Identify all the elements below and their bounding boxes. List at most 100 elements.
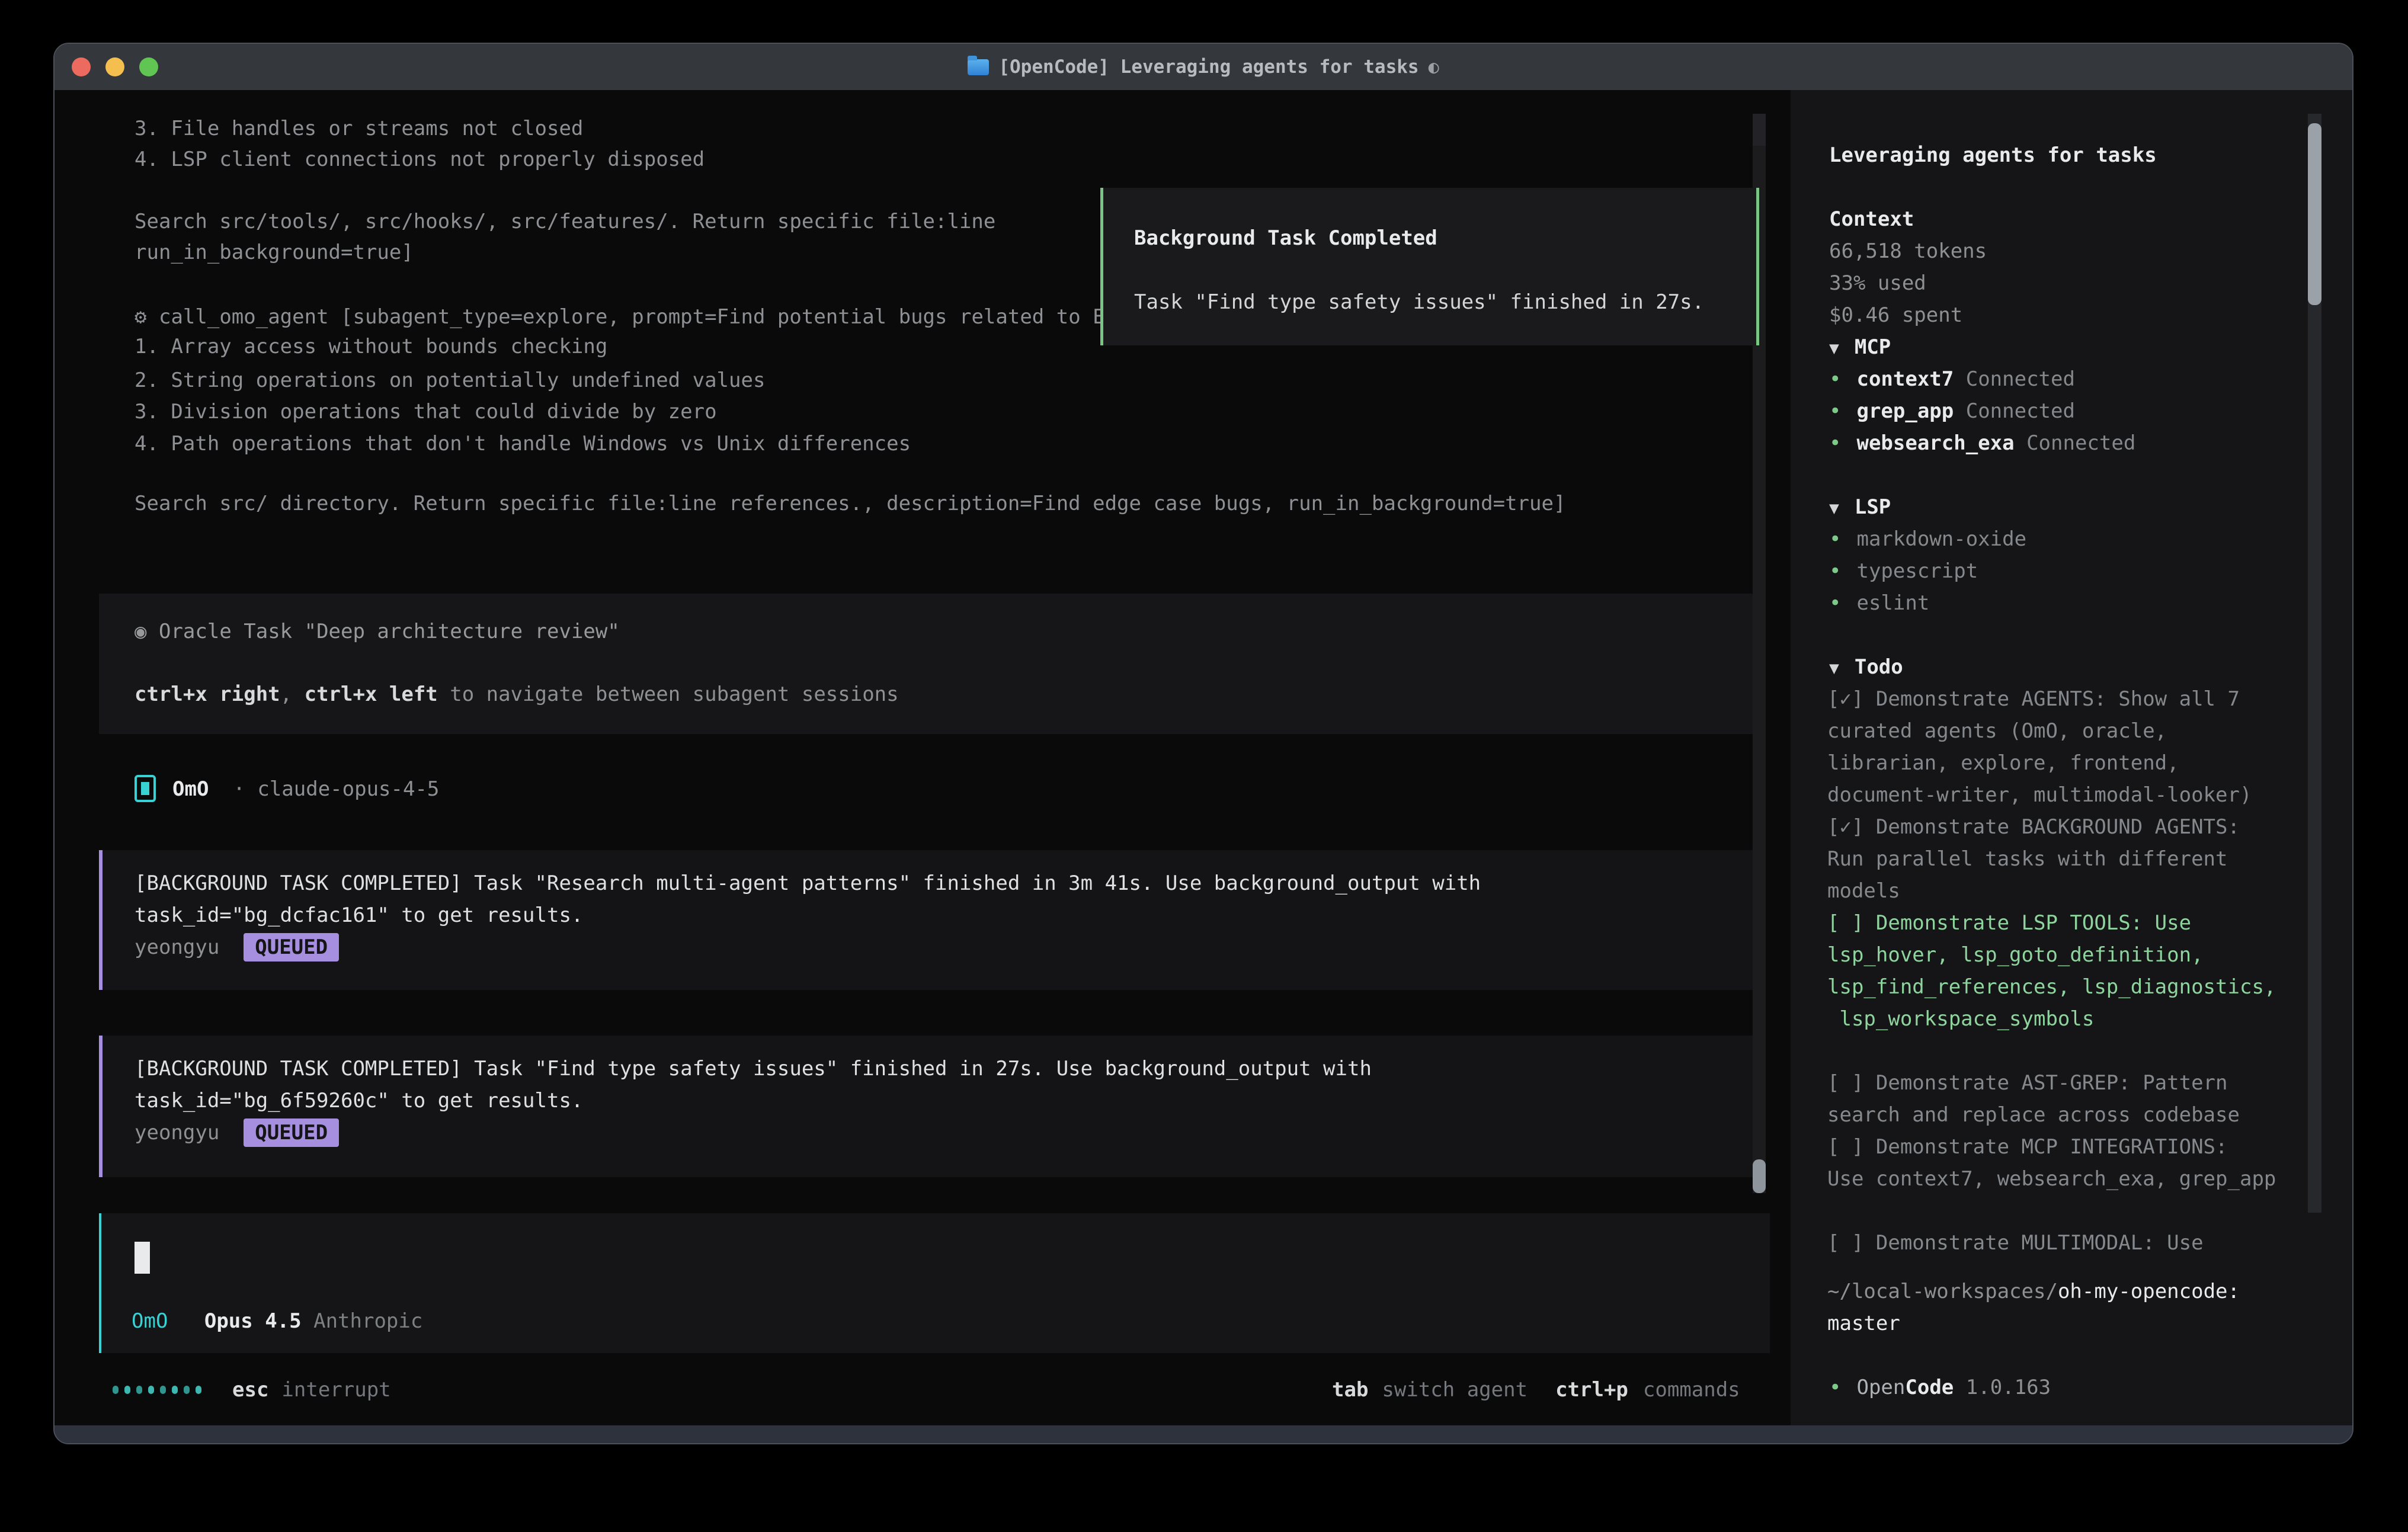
context-spent: $0.46 spent — [1829, 299, 1962, 331]
todo-item: [ ] Demonstrate MULTIMODAL: Use — [1827, 1227, 2276, 1259]
lsp-item: •eslint — [1829, 587, 1929, 619]
prompt-input[interactable]: OmO Opus 4.5 Anthropic — [99, 1213, 1770, 1353]
input-model: Opus 4.5 — [204, 1309, 302, 1333]
lsp-item: •markdown-oxide — [1829, 523, 2026, 555]
ctrlp-key-hint: ctrl+p — [1555, 1378, 1628, 1402]
input-provider: Anthropic — [313, 1309, 422, 1333]
agent-avatar-icon — [135, 775, 156, 802]
mcp-item: •context7 Connected — [1829, 363, 2075, 395]
tool-call-item: 2. String operations on potentially unde… — [135, 364, 765, 396]
chat-scrollbar-thumb[interactable] — [1753, 1159, 1766, 1193]
status-dot-icon: • — [1829, 1376, 1841, 1399]
message-meta: yeongyu QUEUED — [135, 1117, 339, 1149]
session-title: Leveraging agents for tasks — [1829, 139, 2157, 171]
todo-spacer — [1827, 1035, 2276, 1067]
esc-key-hint: esc — [232, 1378, 268, 1402]
todo-item: curated agents (OmO, oracle, — [1827, 715, 2276, 747]
terminal-window: [OpenCode] Leveraging agents for tasks ◐… — [53, 43, 2353, 1444]
lsp-section-header[interactable]: ▼LSP — [1829, 491, 1891, 523]
chevron-down-icon: ▼ — [1829, 658, 1839, 678]
statusbar-left: esc interrupt — [113, 1374, 391, 1406]
status-dot-icon: • — [1829, 399, 1841, 423]
tool-call-footer: Search src/ directory. Return specific f… — [135, 488, 1565, 520]
message-meta: yeongyu QUEUED — [135, 931, 339, 963]
scrollback-line: 4. LSP client connections not properly d… — [135, 143, 705, 175]
close-button[interactable] — [72, 57, 91, 76]
context-tokens: 66,518 tokens — [1829, 235, 1987, 267]
ctrlp-key-label: commands — [1643, 1378, 1740, 1402]
todo-item: [ ] Demonstrate LSP TOOLS: Use — [1827, 907, 2276, 939]
message-line: task_id="bg_6f59260c" to get results. — [135, 1085, 583, 1117]
status-dot-icon: • — [1829, 591, 1841, 615]
background-task-notification: Background Task Completed Task "Find typ… — [1100, 188, 1759, 345]
context-header: Context — [1829, 203, 1914, 235]
status-dot-icon: • — [1829, 559, 1841, 583]
todo-item: [✓] Demonstrate AGENTS: Show all 7 — [1827, 683, 2276, 715]
todo-item: [ ] Demonstrate AST-GREP: Pattern — [1827, 1067, 2276, 1099]
scrollback-line: Search src/tools/, src/hooks/, src/featu… — [135, 206, 995, 238]
workspace-branch: master — [1827, 1307, 1900, 1339]
desktop: [OpenCode] Leveraging agents for tasks ◐… — [0, 0, 2408, 1532]
spinner-dot — [184, 1386, 190, 1394]
spinner-dot — [113, 1386, 119, 1394]
text-cursor — [135, 1242, 150, 1274]
esc-key-label: interrupt — [281, 1378, 390, 1402]
mcp-item: •grep_app Connected — [1829, 395, 2075, 427]
oracle-task-panel: ◉ Oracle Task "Deep architecture review"… — [99, 594, 1758, 734]
chevron-down-icon: ▼ — [1829, 338, 1839, 358]
chat-scrollback[interactable]: 3. File handles or streams not closed 4.… — [55, 90, 1791, 1425]
fisheye-icon: ◉ — [135, 620, 146, 643]
todo-item: document-writer, multimodal-looker) — [1827, 779, 2276, 811]
minimize-button[interactable] — [105, 57, 124, 76]
spinner-dot — [148, 1386, 154, 1394]
agent-header: OmO · claude-opus-4-5 — [172, 773, 439, 805]
todo-item: lsp_find_references, lsp_diagnostics, — [1827, 971, 2276, 1003]
notification-body: Task "Find type safety issues" finished … — [1134, 286, 1704, 318]
status-dot-icon: • — [1829, 527, 1841, 551]
sidebar-scrollbar-thumb[interactable] — [2308, 123, 2321, 305]
gear-icon: ⚙ — [135, 305, 146, 329]
lsp-item: •typescript — [1829, 555, 1978, 587]
author-name: yeongyu — [135, 935, 219, 959]
zoom-button[interactable] — [139, 57, 158, 76]
tab-key-label: switch agent — [1382, 1378, 1528, 1402]
mcp-section-header[interactable]: ▼MCP — [1829, 331, 1891, 363]
todo-item: librarian, explore, frontend, — [1827, 747, 2276, 779]
todo-item: search and replace across codebase — [1827, 1099, 2276, 1131]
input-status-row: OmO Opus 4.5 Anthropic — [132, 1305, 422, 1337]
titlebar[interactable]: [OpenCode] Leveraging agents for tasks ◐ — [55, 44, 2352, 91]
window-title: [OpenCode] Leveraging agents for tasks — [998, 56, 1418, 78]
author-name: yeongyu — [135, 1121, 219, 1145]
todo-section-header[interactable]: ▼Todo — [1829, 651, 1903, 683]
spinner-dot — [196, 1386, 201, 1394]
session-sidebar: Leveraging agents for tasks Context 66,5… — [1791, 90, 2353, 1425]
todo-spacer — [1827, 1195, 2276, 1227]
chevron-down-icon: ▼ — [1829, 498, 1839, 518]
background-task-message: [BACKGROUND TASK COMPLETED] Task "Find t… — [99, 1036, 1758, 1177]
half-circle-icon: ◐ — [1429, 57, 1439, 78]
todo-item: [✓] Demonstrate BACKGROUND AGENTS: — [1827, 811, 2276, 843]
todo-item: models — [1827, 875, 2276, 907]
todo-item: lsp_hover, lsp_goto_definition, — [1827, 939, 2276, 971]
workspace-path: ~/local-workspaces/oh-my-opencode: — [1827, 1275, 2240, 1307]
status-badge: QUEUED — [244, 1118, 339, 1147]
todo-item: Use context7, websearch_exa, grep_app — [1827, 1163, 2276, 1195]
separator-dot: · — [233, 777, 245, 801]
hint-key: ctrl+x left — [305, 682, 438, 706]
tool-call-item: 3. Division operations that could divide… — [135, 396, 717, 428]
scrollback-line: run_in_background=true] — [135, 236, 414, 268]
spinner-dot — [136, 1386, 142, 1394]
statusbar-right: tab switch agent ctrl+p commands — [1332, 1374, 1740, 1406]
chat-scrollbar-top — [1753, 114, 1766, 146]
background-task-message: [BACKGROUND TASK COMPLETED] Task "Resear… — [99, 850, 1758, 990]
scrollback-line: 3. File handles or streams not closed — [135, 113, 583, 145]
sidebar-scrollbar[interactable] — [2308, 114, 2321, 1213]
tool-call-item: 1. Array access without bounds checking — [135, 331, 607, 363]
todo-item: Run parallel tasks with different — [1827, 843, 2276, 875]
input-agent-name: OmO — [132, 1309, 168, 1333]
notification-title: Background Task Completed — [1134, 222, 1437, 254]
oracle-hint: ctrl+x right, ctrl+x left to navigate be… — [135, 678, 899, 710]
agent-name: OmO — [172, 777, 209, 801]
todo-item: [ ] Demonstrate MCP INTEGRATIONS: — [1827, 1131, 2276, 1163]
spinner-dot — [172, 1386, 178, 1394]
